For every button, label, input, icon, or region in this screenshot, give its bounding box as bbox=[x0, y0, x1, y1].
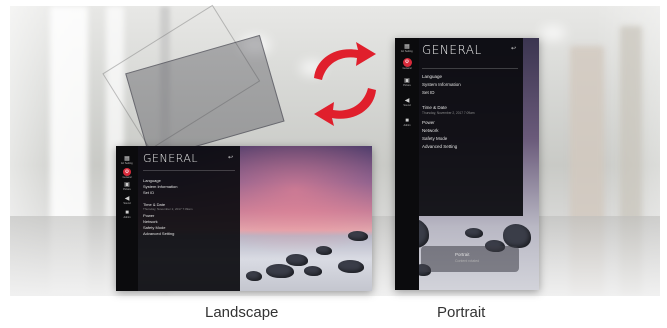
rotate-arrows-icon bbox=[314, 42, 376, 126]
menu-item-set-id[interactable]: Set ID bbox=[422, 90, 435, 95]
time-date-value: Thursday, November 2, 2017 7:09am bbox=[422, 111, 475, 115]
menu-item-language[interactable]: Language bbox=[143, 178, 161, 183]
rail-picture[interactable]: ▣ Picture bbox=[395, 78, 419, 87]
rail-label: Ez Setting bbox=[121, 162, 133, 165]
rail-picture[interactable]: ▣ Picture bbox=[116, 182, 138, 191]
popup-subtitle: Content rotated bbox=[455, 259, 480, 263]
rail-label: Sound bbox=[403, 104, 411, 107]
rail-label: General bbox=[122, 176, 132, 179]
menu-item-system-information[interactable]: System Information bbox=[143, 184, 177, 189]
landscape-display: ▦ Ez Setting ⚙ General ▣ Picture ◀ Sound… bbox=[116, 146, 372, 291]
landscape-caption: Landscape bbox=[205, 304, 279, 321]
divider bbox=[143, 170, 235, 171]
menu-item-safety-mode[interactable]: Safety Mode bbox=[422, 136, 447, 141]
rail-admin[interactable]: ■ Admin bbox=[116, 210, 138, 219]
rock bbox=[316, 246, 332, 255]
rail-label: Picture bbox=[123, 188, 131, 191]
rail-sound[interactable]: ◀ Sound bbox=[395, 98, 419, 107]
portrait-caption: Portrait bbox=[437, 304, 486, 321]
rail-ez-setting[interactable]: ▦ Ez Setting bbox=[116, 156, 138, 165]
menu-item-power[interactable]: Power bbox=[422, 120, 435, 125]
rail-label: Ez Setting bbox=[401, 50, 413, 53]
menu-title: GENERAL bbox=[143, 152, 199, 165]
divider bbox=[422, 68, 518, 69]
rail-admin[interactable]: ■ Admin bbox=[395, 118, 419, 127]
menu-item-advanced-setting[interactable]: Advanced Setting bbox=[422, 144, 457, 149]
back-arrow-icon[interactable]: ↩ bbox=[228, 154, 233, 161]
menu-item-advanced-setting[interactable]: Advanced Setting bbox=[143, 231, 174, 236]
ceiling-light bbox=[540, 26, 566, 40]
rock bbox=[465, 228, 483, 238]
menu-item-network[interactable]: Network bbox=[143, 219, 158, 224]
rail-ez-setting[interactable]: ▦ Ez Setting bbox=[395, 44, 419, 53]
general-menu-panel: GENERAL ↩ Language System Information Se… bbox=[419, 38, 523, 216]
rail-label: Picture bbox=[403, 84, 411, 87]
icon-rail: ▦ Ez Setting ⚙ General ▣ Picture ◀ Sound… bbox=[116, 146, 138, 291]
back-arrow-icon[interactable]: ↩ bbox=[511, 45, 516, 52]
time-date-value: Thursday, November 2, 2017 7:09am bbox=[143, 207, 193, 211]
rock bbox=[304, 266, 322, 276]
menu-item-power[interactable]: Power bbox=[143, 213, 154, 218]
rail-label: General bbox=[402, 67, 412, 70]
menu-item-safety-mode[interactable]: Safety Mode bbox=[143, 225, 165, 230]
general-icon: ⚙ bbox=[123, 168, 131, 176]
rock bbox=[503, 224, 531, 248]
menu-item-language[interactable]: Language bbox=[422, 74, 442, 79]
menu-item-network[interactable]: Network bbox=[422, 128, 439, 133]
rail-label: Sound bbox=[123, 202, 131, 205]
rock bbox=[286, 254, 308, 266]
rock bbox=[246, 271, 262, 281]
rock bbox=[348, 231, 368, 241]
menu-item-time-date[interactable]: Time & Date bbox=[422, 105, 447, 110]
menu-title: GENERAL bbox=[422, 43, 482, 57]
portrait-display: ▦ Ez Setting ⚙ General ▣ Picture ◀ Sound… bbox=[395, 38, 539, 290]
menu-item-set-id[interactable]: Set ID bbox=[143, 190, 154, 195]
rock bbox=[266, 264, 294, 278]
rail-sound[interactable]: ◀ Sound bbox=[116, 196, 138, 205]
rail-label: Admin bbox=[403, 124, 411, 127]
menu-item-system-information[interactable]: System Information bbox=[422, 82, 461, 87]
icon-rail: ▦ Ez Setting ⚙ General ▣ Picture ◀ Sound… bbox=[395, 38, 419, 290]
popup-title: Portrait bbox=[455, 252, 470, 257]
general-menu-panel: GENERAL ↩ Language System Information Se… bbox=[138, 146, 240, 291]
general-icon: ⚙ bbox=[402, 58, 412, 67]
rail-general[interactable]: ⚙ General bbox=[395, 58, 419, 70]
orientation-popup: Portrait Content rotated bbox=[421, 246, 519, 272]
rock bbox=[338, 260, 364, 273]
rail-label: Admin bbox=[123, 216, 131, 219]
rail-general[interactable]: ⚙ General bbox=[116, 168, 138, 179]
